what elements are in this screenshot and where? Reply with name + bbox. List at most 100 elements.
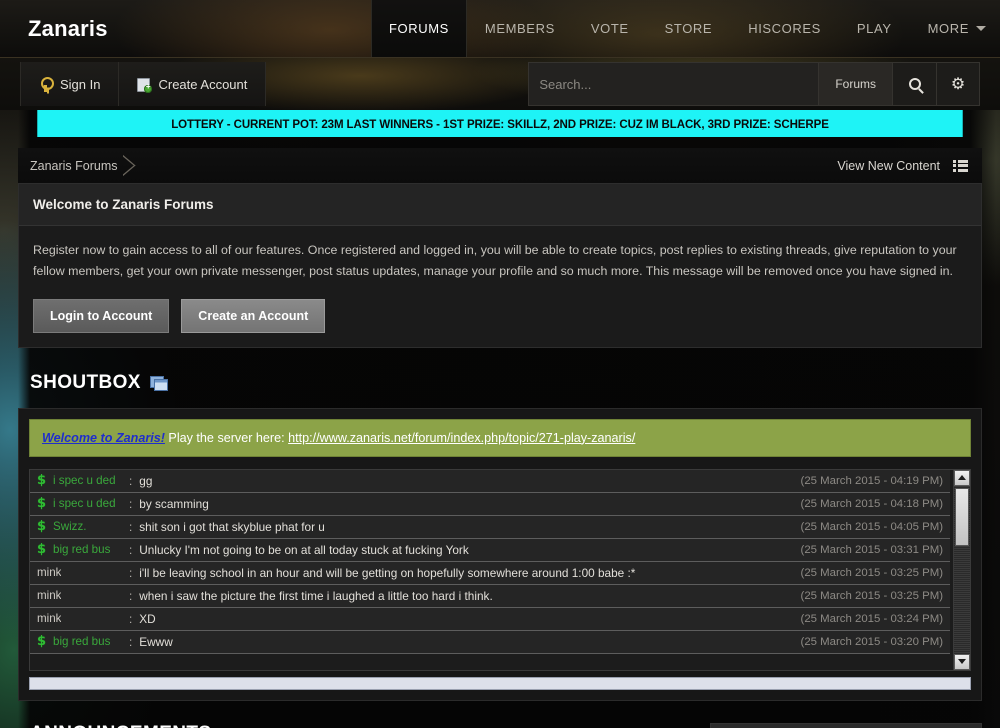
shoutbox-row: $ i spec u ded: by scamming (25 March 2015 … [30,492,950,516]
nav-item-more-label: MORE [927,21,969,36]
announcements-heading: ANNOUNCEMENTS [30,723,692,728]
shoutbox-message-input[interactable] [29,676,971,690]
shoutbox-separator: : [129,519,133,534]
shoutbox-timestamp: (25 March 2015 - 03:25 PM) [800,589,943,602]
shoutbox-message: shit son i got that skyblue phat for u [139,519,325,534]
shoutbox-heading: SHOUTBOX [30,372,982,394]
nav-item-vote[interactable]: VOTE [573,0,647,57]
shoutbox-username[interactable]: mink [37,566,61,579]
shoutbox-scrollbar[interactable] [953,469,970,670]
shoutbox-heading-text: SHOUTBOX [30,371,141,393]
shoutbox-user-wrap: mink [37,612,127,625]
shoutbox-separator: : [129,634,133,649]
nav-item-hiscores[interactable]: HISCORES [730,0,839,57]
main-content: Welcome to Zanaris Forums Register now t… [18,183,982,728]
breadcrumb-item-forums[interactable]: Zanaris Forums [30,159,140,173]
welcome-panel-text: Register now to gain access to all of ou… [33,243,957,279]
shoutbox-row: $ big red bus: Ewww (25 March 2015 - 03:20 … [30,630,950,654]
nav-item-more[interactable]: MORE [910,0,1000,57]
shoutbox-scroll-down-button[interactable] [954,653,970,670]
shoutbox-list: $ i spec u ded: gg (25 March 2015 - 04:19 P… [30,469,970,654]
shoutbox-user-wrap: mink [37,589,127,602]
donator-badge-icon: $ [37,520,47,534]
shoutbox-row: $ Swizz.: shit son i got that skyblue phat… [30,515,950,539]
donator-badge-icon: $ [37,543,47,557]
shoutbox-message: Unlucky I'm not going to be on at all to… [139,542,469,557]
shoutbox-timestamp: (25 March 2015 - 03:25 PM) [800,566,943,579]
shoutbox-separator: : [129,565,133,580]
login-to-account-button[interactable]: Login to Account [33,298,170,333]
search-icon [908,78,921,90]
lottery-banner-wrap: LOTTERY - CURRENT POT: 23M LAST WINNERS … [0,110,1000,137]
shoutbox-separator: : [129,542,133,557]
create-an-account-button[interactable]: Create an Account [181,298,326,333]
shoutbox-username[interactable]: i spec u ded [53,474,116,487]
shoutbox-username[interactable]: big red bus [53,543,110,556]
shoutbox-user-wrap: $ i spec u ded [37,497,127,510]
nav-item-store[interactable]: STORE [647,0,731,57]
shoutbox-username[interactable]: i spec u ded [53,497,116,510]
view-new-content-link[interactable]: View New Content [837,159,940,173]
shoutbox-timestamp: (25 March 2015 - 04:05 PM) [800,520,943,533]
recent-status-panel: Recent Status Updates [710,722,982,728]
shoutbox-welcome-notice: Welcome to Zanaris! Play the server here… [29,418,971,457]
shoutbox-message: XD [139,611,156,626]
shoutbox-separator: : [129,473,133,488]
nav-item-forums[interactable]: FORUMS [370,0,467,57]
windows-cascade-icon[interactable] [149,375,168,391]
user-links: Sign In + Create Account [20,62,267,106]
create-account-button[interactable]: + Create Account [119,62,267,106]
shoutbox-row: $ i spec u ded: gg (25 March 2015 - 04:19 P… [30,469,950,493]
shoutbox-user-wrap: mink [37,566,127,579]
shoutbox-row: mink: XD (25 March 2015 - 03:24 PM) [30,607,950,631]
shoutbox-scroll-track[interactable] [954,485,970,654]
shoutbox-user-wrap: $ i spec u ded [37,474,127,487]
search-field-wrap[interactable] [528,62,819,106]
shoutbox-message: when i saw the picture the first time i … [139,588,493,603]
shoutbox-timestamp: (25 March 2015 - 04:18 PM) [800,497,943,510]
welcome-panel-title: Welcome to Zanaris Forums [19,184,981,226]
donator-badge-icon: $ [37,497,47,511]
sign-in-button[interactable]: Sign In [20,62,120,106]
search-options-button[interactable]: ⚙ [936,62,980,106]
donator-badge-icon: $ [37,635,47,649]
shoutbox-welcome-link[interactable]: http://www.zanaris.net/forum/index.php/t… [288,431,635,445]
list-view-icon[interactable] [953,159,968,172]
chevron-down-icon [976,26,986,31]
gear-icon: ⚙ [950,75,966,93]
shoutbox-timestamp: (25 March 2015 - 04:19 PM) [800,474,943,487]
shoutbox-welcome-text: Play the server here: [164,430,289,445]
shoutbox-scroll-thumb[interactable] [955,487,969,546]
shoutbox-separator: : [129,588,133,603]
shoutbox-separator: : [129,611,133,626]
shoutbox-row: mink: i'll be leaving school in an hour a… [30,561,950,585]
welcome-panel-body: Register now to gain access to all of ou… [19,226,981,347]
shoutbox-row: $ big red bus: Unlucky I'm not going to be… [30,538,950,562]
nav-item-play[interactable]: PLAY [839,0,910,57]
site-header: Zanaris FORUMS MEMBERS VOTE STORE HISCOR… [0,0,1000,58]
search-submit-button[interactable] [892,62,936,106]
welcome-panel-actions: Login to Account Create an Account [33,298,967,333]
nav-item-members[interactable]: MEMBERS [467,0,573,57]
shoutbox-list-wrap: $ i spec u ded: gg (25 March 2015 - 04:19 P… [29,468,971,671]
breadcrumb-actions: View New Content [837,159,982,173]
search-input[interactable] [539,76,809,92]
shoutbox-scroll-up-button[interactable] [954,469,970,486]
shoutbox-user-wrap: $ Swizz. [37,520,127,533]
welcome-panel: Welcome to Zanaris Forums Register now t… [18,183,982,348]
site-logo[interactable]: Zanaris [0,0,108,57]
shoutbox-timestamp: (25 March 2015 - 03:20 PM) [800,635,943,648]
recent-status-heading: Recent Status Updates [711,723,981,728]
shoutbox-username[interactable]: mink [37,589,61,602]
user-toolbar: Sign In + Create Account Forums ⚙ [0,58,1000,110]
shoutbox: Welcome to Zanaris! Play the server here… [18,407,982,701]
shoutbox-username[interactable]: big red bus [53,635,110,648]
shoutbox-username[interactable]: Swizz. [53,520,87,533]
search-scope-selector[interactable]: Forums [818,62,892,106]
create-account-label: Create Account [158,76,248,92]
shoutbox-username[interactable]: mink [37,612,61,625]
main-navigation: FORUMS MEMBERS VOTE STORE HISCORES PLAY … [370,0,1000,57]
shoutbox-welcome-bold[interactable]: Welcome to Zanaris! [42,431,165,445]
shoutbox-user-wrap: $ big red bus [37,543,127,556]
shoutbox-timestamp: (25 March 2015 - 03:24 PM) [800,612,943,625]
